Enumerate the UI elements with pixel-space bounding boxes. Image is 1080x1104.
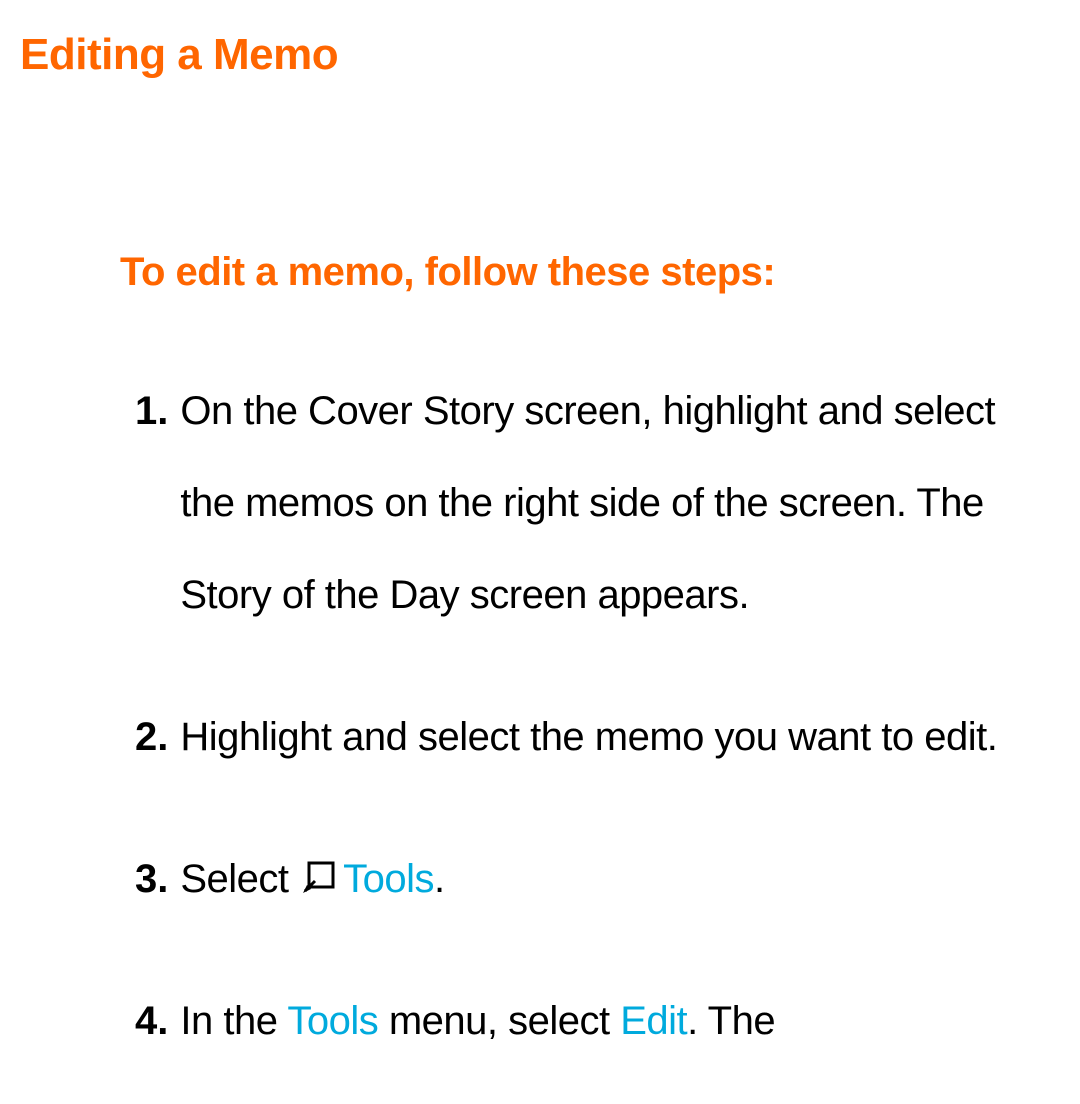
step-text-4: In the Tools menu, select Edit. The — [180, 975, 775, 1067]
tools-icon — [301, 859, 337, 895]
step3-pre: Select — [180, 857, 299, 901]
step-text-1: On the Cover Story screen, highlight and… — [180, 365, 1030, 641]
page-title: Editing a Memo — [20, 30, 1060, 80]
step4-mid: menu, select — [378, 999, 620, 1043]
step-number-3: 3. — [135, 833, 168, 925]
step-text-2: Highlight and select the memo you want t… — [180, 691, 997, 783]
steps-list: 1. On the Cover Story screen, highlight … — [135, 365, 1060, 1067]
tools-link[interactable]: Tools — [343, 857, 434, 901]
step-3: 3. Select Tools. — [135, 833, 1030, 925]
edit-mention[interactable]: Edit — [620, 999, 687, 1043]
step-number-4: 4. — [135, 975, 168, 1067]
step-1: 1. On the Cover Story screen, highlight … — [135, 365, 1030, 641]
document-page: Editing a Memo To edit a memo, follow th… — [0, 0, 1080, 1067]
step-number-2: 2. — [135, 691, 168, 783]
step4-pre: In the — [180, 999, 287, 1043]
step-text-3: Select Tools. — [180, 833, 444, 925]
tools-mention[interactable]: Tools — [287, 999, 378, 1043]
step3-post: . — [434, 857, 445, 901]
intro-text: To edit a memo, follow these steps: — [120, 250, 1060, 295]
step4-post: . The — [687, 999, 775, 1043]
step-number-1: 1. — [135, 365, 168, 641]
step-4: 4. In the Tools menu, select Edit. The — [135, 975, 1030, 1067]
step-2: 2. Highlight and select the memo you wan… — [135, 691, 1030, 783]
